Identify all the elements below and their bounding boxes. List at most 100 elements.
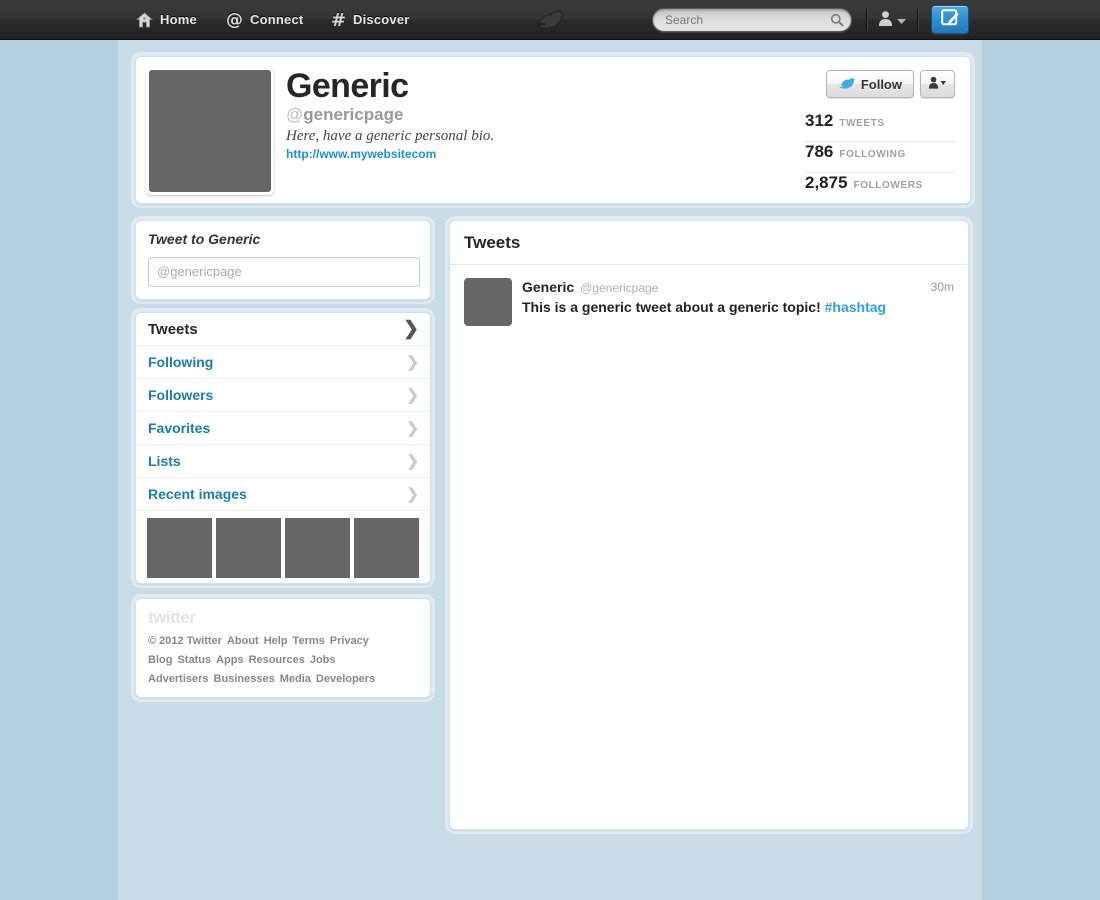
tweets-timeline-card: Tweets Generic @genericpage This is a ge… — [449, 220, 969, 830]
sidebar-item-following[interactable]: Following ❯ — [136, 346, 430, 379]
sidebar-item-lists[interactable]: Lists ❯ — [136, 445, 430, 478]
sidebar-item-favorites[interactable]: Favorites ❯ — [136, 412, 430, 445]
profile-name: Generic — [286, 67, 409, 105]
global-navigation-bar: Home @ Connect # Discover — [0, 0, 1100, 40]
stat-followers-count: 2,875 — [805, 173, 848, 192]
stat-following[interactable]: 786 FOLLOWING — [805, 142, 955, 173]
footer-link-resources[interactable]: Resources — [249, 654, 305, 666]
sidebar-item-recent-images[interactable]: Recent images ❯ — [136, 478, 430, 511]
profile-handle-text: genericpage — [303, 105, 404, 124]
stat-following-count: 786 — [805, 142, 834, 161]
chevron-right-icon: ❯ — [406, 420, 419, 437]
search-container — [652, 8, 852, 32]
tweet-author-name[interactable]: Generic — [522, 279, 574, 295]
tweet-compose-input[interactable] — [148, 257, 420, 287]
recent-images-strip — [136, 511, 430, 583]
sidebar-label-recent-images: Recent images — [148, 486, 247, 502]
tweet-meta: Generic @genericpage — [522, 279, 954, 295]
profile-avatar[interactable] — [146, 67, 274, 195]
footer-link-advertisers[interactable]: Advertisers — [148, 673, 209, 685]
follow-button[interactable]: Follow — [825, 70, 914, 98]
compose-tweet-icon — [940, 7, 960, 32]
footer-link-apps[interactable]: Apps — [216, 654, 244, 666]
twitter-bird-icon — [838, 76, 855, 93]
tweet-content: Generic @genericpage This is a generic t… — [522, 278, 954, 326]
tweet-author-avatar[interactable] — [464, 278, 512, 326]
tweet-compose-card: Tweet to Generic — [135, 220, 431, 300]
sidebar-label-lists: Lists — [148, 453, 181, 469]
follow-actions: Follow — [825, 70, 955, 98]
stat-tweets-label: TWEETS — [839, 118, 885, 129]
stat-followers-label: FOLLOWERS — [853, 180, 923, 191]
tweet-hashtag-link[interactable]: #hashtag — [825, 299, 886, 315]
footer-link-help[interactable]: Help — [264, 635, 288, 647]
footer-link-jobs[interactable]: Jobs — [310, 654, 336, 666]
sidebar-label-followers: Followers — [148, 387, 214, 403]
recent-image-thumbnail[interactable] — [354, 518, 419, 578]
footer-link-media[interactable]: Media — [280, 673, 311, 685]
tweet-compose-title: Tweet to Generic — [148, 231, 261, 247]
account-menu-button[interactable] — [866, 7, 918, 33]
user-avatar-icon — [878, 10, 893, 31]
footer-twitter-wordmark: twitter — [148, 608, 196, 627]
footer-link-privacy[interactable]: Privacy — [330, 635, 369, 647]
footer-link-blog[interactable]: Blog — [148, 654, 172, 666]
footer-links-row: © 2012 Twitter About Help Terms Privacy — [148, 633, 424, 648]
search-icon[interactable] — [830, 13, 844, 27]
svg-text:@: @ — [226, 11, 243, 28]
chevron-right-icon: ❯ — [406, 486, 419, 503]
follow-button-label: Follow — [860, 76, 902, 92]
tweet-text-body: This is a generic tweet about a generic … — [522, 299, 825, 315]
profile-stats: 312 TWEETS 786 FOLLOWING 2,875 FOLLOWERS — [805, 111, 955, 204]
stat-tweets[interactable]: 312 TWEETS — [805, 111, 955, 142]
profile-website-link[interactable]: http://www.mywebsitecom — [286, 147, 436, 161]
profile-sidebar-nav-card: Tweets ❯ Following ❯ Followers ❯ Favorit… — [135, 312, 431, 584]
recent-image-thumbnail[interactable] — [216, 518, 281, 578]
footer-links-row: Blog Status Apps Resources Jobs — [148, 652, 424, 667]
caret-down-icon — [897, 11, 906, 29]
svg-text:#: # — [331, 12, 346, 28]
sidebar-item-followers[interactable]: Followers ❯ — [136, 379, 430, 412]
hash-icon: # — [331, 12, 346, 28]
search-input[interactable] — [652, 8, 852, 32]
stat-tweets-count: 312 — [805, 111, 834, 130]
stat-followers[interactable]: 2,875 FOLLOWERS — [805, 173, 955, 204]
footer-link-about[interactable]: About — [227, 635, 259, 647]
footer-copyright: © 2012 Twitter — [148, 635, 222, 647]
nav-item-connect[interactable]: @ Connect — [218, 0, 311, 39]
nav-label-discover: Discover — [353, 12, 410, 27]
chevron-right-icon: ❯ — [406, 354, 419, 371]
footer-links: © 2012 Twitter About Help Terms Privacy Blog… — [148, 633, 424, 690]
tweet-timestamp[interactable]: 30m — [931, 280, 954, 294]
profile-handle: @genericpage — [286, 105, 403, 125]
nav-item-discover[interactable]: # Discover — [323, 0, 418, 39]
home-icon — [136, 11, 153, 28]
chevron-right-icon: ❯ — [406, 453, 419, 470]
twitter-bird-logo[interactable] — [528, 5, 573, 35]
divider-left — [866, 9, 867, 31]
profile-header-card: Generic @genericpage Here, have a generi… — [135, 56, 971, 204]
sidebar-label-following: Following — [148, 354, 214, 370]
nav-item-home[interactable]: Home — [128, 0, 205, 39]
footer-link-terms[interactable]: Terms — [293, 635, 325, 647]
nav-label-home: Home — [160, 12, 197, 27]
nav-label-connect: Connect — [250, 12, 304, 27]
profile-more-actions-button[interactable] — [920, 70, 955, 98]
tweet-author-handle[interactable]: @genericpage — [580, 281, 658, 295]
sidebar-item-tweets[interactable]: Tweets ❯ — [136, 313, 430, 346]
recent-image-thumbnail[interactable] — [285, 518, 350, 578]
tweets-timeline-title: Tweets — [450, 221, 968, 265]
profile-handle-at: @ — [286, 105, 304, 124]
recent-image-thumbnail[interactable] — [147, 518, 212, 578]
footer-link-businesses[interactable]: Businesses — [214, 673, 275, 685]
footer-link-developers[interactable]: Developers — [316, 673, 375, 685]
footer-card: twitter © 2012 Twitter About Help Terms Priv… — [135, 598, 431, 698]
footer-link-status[interactable]: Status — [177, 654, 211, 666]
chevron-right-icon: ❯ — [406, 387, 419, 404]
compose-tweet-button[interactable] — [931, 5, 969, 34]
sidebar-label-favorites: Favorites — [148, 420, 211, 436]
chevron-right-icon: ❯ — [403, 318, 419, 340]
person-caret-icon — [928, 76, 947, 92]
tweet-item[interactable]: Generic @genericpage This is a generic t… — [450, 265, 968, 340]
at-icon: @ — [226, 11, 243, 28]
